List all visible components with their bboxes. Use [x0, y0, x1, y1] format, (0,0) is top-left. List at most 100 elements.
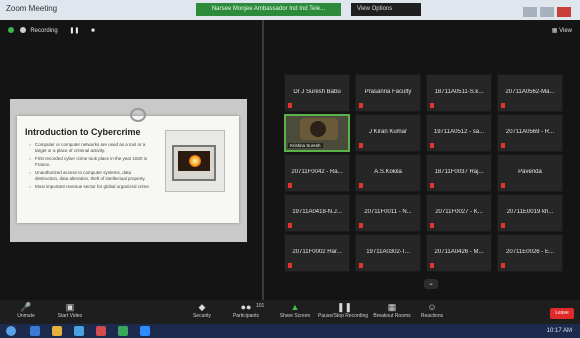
- browser-icon[interactable]: [74, 326, 84, 336]
- mic-muted-icon: 🎤: [20, 302, 32, 312]
- participant-tile[interactable]: 18711F0037 Raj...: [426, 154, 492, 192]
- participant-name: 19711A0418-N.J...: [292, 209, 342, 215]
- mic-muted-icon: [359, 183, 363, 188]
- breakout-label: Breakout Rooms: [373, 313, 411, 319]
- recording-indicator: Recording ❚❚ ■: [8, 25, 95, 37]
- participant-tile[interactable]: 20711E0019 kh...: [497, 194, 563, 232]
- app-title: Zoom Meeting: [6, 4, 58, 13]
- sharing-banner[interactable]: Narsee Monjee Ambassador Ind Ind Tele...: [196, 3, 341, 16]
- slide-bullet: First recorded cyber crime took place in…: [29, 156, 154, 167]
- reactions-button[interactable]: ☺ Reactions: [410, 302, 454, 319]
- maximize-button[interactable]: [540, 7, 554, 17]
- mic-muted-icon: [288, 263, 292, 268]
- start-video-button[interactable]: ▣ Start Video: [48, 302, 92, 319]
- mic-muted-icon: [430, 103, 434, 108]
- view-button[interactable]: ▦ View: [552, 27, 572, 34]
- participant-tile[interactable]: J Kiran Kumar: [355, 114, 421, 152]
- participant-tile[interactable]: Dr J Suresh Babu: [284, 74, 350, 112]
- participant-name: 18711F0037 Raj...: [434, 169, 484, 175]
- participant-name: Kristina Suresh: [288, 143, 323, 148]
- slide-bullet: Unauthorized access to computer systems,…: [29, 170, 154, 181]
- mic-muted-icon: [430, 143, 434, 148]
- start-video-label: Start Video: [57, 313, 83, 319]
- security-button[interactable]: ◆ Security: [180, 302, 224, 319]
- video-off-icon: ▣: [65, 302, 75, 312]
- folder-icon[interactable]: [52, 326, 62, 336]
- pause-recording-icon[interactable]: ❚❚: [69, 28, 79, 34]
- participant-tile[interactable]: 20711F0042 - Ra...: [284, 154, 350, 192]
- window-controls: [520, 4, 574, 17]
- participant-name: Dr J Suresh Babu: [293, 89, 341, 95]
- system-clock: 10:17 AM: [546, 328, 572, 334]
- stop-recording-icon[interactable]: ■: [91, 28, 95, 34]
- participant-video-tile[interactable]: Kristina Suresh: [284, 114, 350, 152]
- chrome-icon[interactable]: [118, 326, 128, 336]
- start-icon[interactable]: [6, 326, 16, 336]
- participant-name: 20711E0026 - E...: [506, 249, 554, 255]
- participant-tile[interactable]: A.S.Kokila: [355, 154, 421, 192]
- computer-monitor-image: [172, 145, 216, 181]
- reactions-label: Reactions: [420, 313, 444, 319]
- recording-label: Recording: [30, 28, 58, 34]
- record-icon: ❚❚: [337, 302, 353, 312]
- participant-tile[interactable]: 20711A0562-Ma...: [497, 74, 563, 112]
- mic-muted-icon: [501, 143, 505, 148]
- mic-muted-icon: [501, 103, 505, 108]
- mic-muted-icon: [359, 143, 363, 148]
- taskbar-app-icon[interactable]: [30, 326, 40, 336]
- participant-tile[interactable]: 18711A0511-S.k...: [426, 74, 492, 112]
- participant-name: 20711A0562-Ma...: [505, 89, 555, 95]
- panel-divider[interactable]: [262, 20, 264, 300]
- slide-bullet-list: Computer or computer networks are used a…: [29, 142, 154, 193]
- participant-video: [300, 118, 338, 140]
- participant-name: 20711F0002 Har...: [292, 249, 342, 255]
- participant-name: 19711A0512 - sa...: [433, 129, 485, 135]
- slide-image: [165, 130, 225, 192]
- participant-name: J Kiran Kumar: [368, 129, 407, 135]
- close-button[interactable]: [557, 7, 571, 17]
- recording-label: Pause/Stop Recording: [318, 313, 369, 319]
- participants-label: Participants: [232, 313, 260, 319]
- share-screen-button[interactable]: ▲ Share Screen: [273, 302, 317, 319]
- participant-tile[interactable]: 20711A0426 - M...: [426, 234, 492, 272]
- participant-tile[interactable]: 20711F0002 Har...: [284, 234, 350, 272]
- view-options-button[interactable]: View Options: [351, 3, 421, 16]
- breakout-rooms-button[interactable]: ▦ Breakout Rooms: [370, 302, 414, 319]
- slide-bullet: Computer or computer networks are used a…: [29, 142, 154, 153]
- unmute-button[interactable]: 🎤 Unmute: [4, 302, 48, 319]
- minimize-button[interactable]: [523, 7, 537, 17]
- participant-tile[interactable]: 20711F0027 - K...: [426, 194, 492, 232]
- mic-muted-icon: [501, 223, 505, 228]
- pause-stop-recording-button[interactable]: ❚❚ Pause/Stop Recording: [318, 302, 368, 319]
- zoom-icon[interactable]: [140, 326, 150, 336]
- media-icon[interactable]: [96, 326, 106, 336]
- participant-tile[interactable]: Pavenda: [497, 154, 563, 192]
- binder-ring: [130, 108, 146, 122]
- mic-muted-icon: [359, 263, 363, 268]
- participant-tile[interactable]: 19711A0512 - sa...: [426, 114, 492, 152]
- participant-tile[interactable]: 20711E0026 - E...: [497, 234, 563, 272]
- mic-muted-icon: [501, 263, 505, 268]
- participants-count: 101: [256, 303, 265, 309]
- grid-icon: ▦: [387, 302, 397, 312]
- participant-tile[interactable]: 20711A0569 - R...: [497, 114, 563, 152]
- participant-name: 20711E0019 kh...: [506, 209, 554, 215]
- participant-name: A.S.Kokila: [374, 169, 402, 175]
- mic-muted-icon: [359, 103, 363, 108]
- view-label: View: [559, 28, 572, 34]
- mic-muted-icon: [430, 223, 434, 228]
- leave-button[interactable]: Leave: [550, 308, 574, 319]
- participant-tile[interactable]: 19711A0418-N.J...: [284, 194, 350, 232]
- participant-tile[interactable]: 20711F0011 - N...: [355, 194, 421, 232]
- participant-tile[interactable]: Prasanna Faculty: [355, 74, 421, 112]
- monitor-screen: [178, 151, 210, 171]
- participant-tile[interactable]: 19711A0302-T...: [355, 234, 421, 272]
- shield-icon: [8, 27, 14, 34]
- security-label: Security: [192, 313, 212, 319]
- slide: Introduction to Cybercrime Computer or c…: [17, 108, 239, 223]
- explosion-image: [189, 155, 201, 167]
- chevron-down-icon[interactable]: ⌄: [424, 279, 438, 289]
- shared-screen: Introduction to Cybercrime Computer or c…: [10, 99, 247, 242]
- window-titlebar: Zoom Meeting Narsee Monjee Ambassador In…: [0, 0, 580, 20]
- mic-muted-icon: [288, 183, 292, 188]
